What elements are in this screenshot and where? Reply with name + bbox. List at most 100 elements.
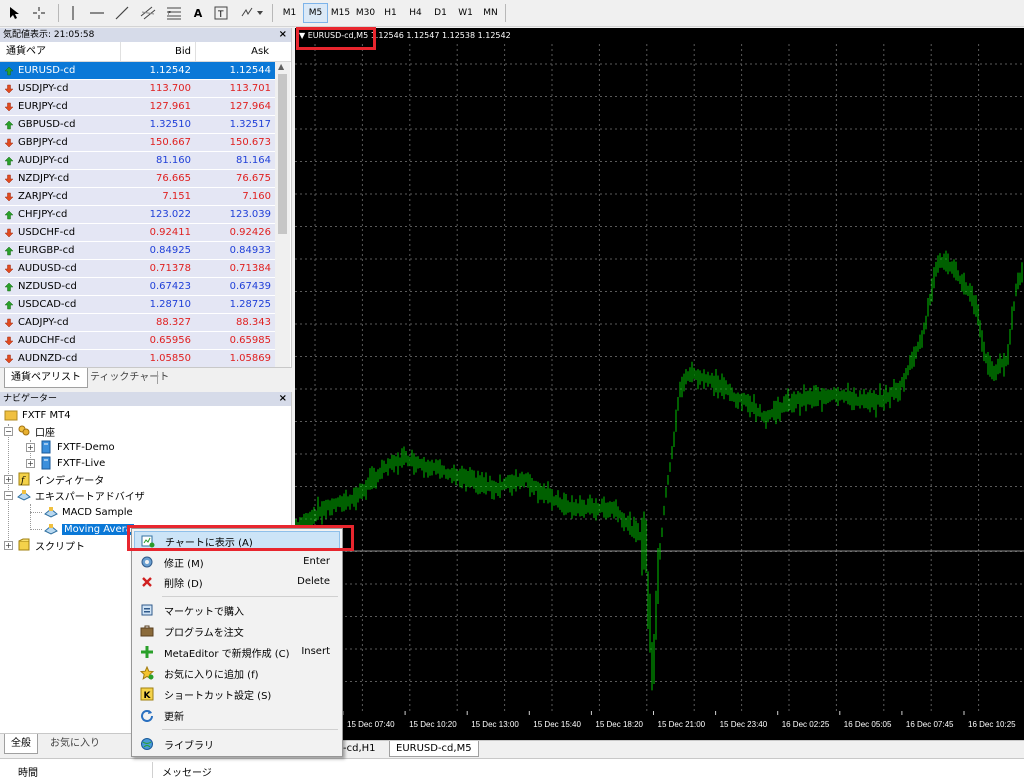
menu-item-hotkey[interactable]: K ショートカット設定 (S) bbox=[134, 684, 340, 704]
menu-item-market-buy[interactable]: マーケットで購入 bbox=[134, 600, 340, 620]
symbol-name: CHFJPY-cd bbox=[18, 208, 68, 220]
symbol-name: NZDJPY-cd bbox=[18, 172, 70, 184]
collapse-icon[interactable]: − bbox=[4, 426, 13, 436]
tree-account-live[interactable]: + FXTF-Live bbox=[26, 455, 105, 471]
collapse-icon[interactable]: − bbox=[4, 490, 13, 500]
market-watch-row[interactable]: USDCAD-cd 1.28710 1.28725 bbox=[0, 296, 275, 314]
column-header-message[interactable]: メッセージ bbox=[162, 764, 212, 779]
tree-account-demo[interactable]: + FXTF-Demo bbox=[26, 439, 115, 455]
bid-cell: 1.12542 bbox=[149, 65, 191, 76]
market-watch-row[interactable]: GBPUSD-cd 1.32510 1.32517 bbox=[0, 116, 275, 134]
timeframe-m30[interactable]: M30 bbox=[353, 3, 378, 23]
timeframe-d1[interactable]: D1 bbox=[428, 3, 453, 23]
menu-item-add-favorites[interactable]: お気に入りに追加 (f) bbox=[134, 663, 340, 683]
equidistant-channel-icon[interactable] bbox=[138, 3, 158, 23]
column-header-ask[interactable]: Ask bbox=[195, 42, 275, 61]
tree-scripts[interactable]: + スクリプト bbox=[4, 537, 85, 553]
close-icon[interactable]: × bbox=[279, 392, 287, 406]
menu-item-metaeditor-new[interactable]: MetaEditor で新規作成 (C) Insert bbox=[134, 642, 340, 662]
text-label-icon[interactable]: T bbox=[212, 3, 230, 23]
crosshair-icon[interactable] bbox=[30, 3, 48, 23]
timeframe-mn[interactable]: MN bbox=[478, 3, 503, 23]
tree-experts[interactable]: − エキスパートアドバイザ bbox=[4, 487, 145, 503]
scroll-up-icon[interactable]: ▲ bbox=[278, 62, 284, 71]
menu-item-label: ライブラリ bbox=[164, 740, 214, 752]
price-chart[interactable]: 15 Dec 07:40 15 Dec 10:20 15 Dec 13:00 15 D… bbox=[295, 28, 1024, 741]
market-watch-row[interactable]: EURUSD-cd 1.12542 1.12544 bbox=[0, 62, 275, 80]
tab-common[interactable]: 全般 bbox=[4, 734, 38, 754]
menu-item-library[interactable]: ライブラリ bbox=[134, 734, 340, 754]
market-watch-row[interactable]: NZDUSD-cd 0.67423 0.67439 bbox=[0, 278, 275, 296]
text-icon[interactable]: A bbox=[190, 3, 206, 23]
vertical-line-icon[interactable] bbox=[66, 3, 80, 23]
symbol-name: USDJPY-cd bbox=[18, 82, 69, 94]
horizontal-line-icon[interactable] bbox=[88, 3, 106, 23]
expand-icon[interactable]: + bbox=[4, 474, 13, 484]
tree-root-label: FXTF MT4 bbox=[22, 409, 71, 421]
timeframe-m15[interactable]: M15 bbox=[328, 3, 353, 23]
menu-item-modify[interactable]: 修正 (M) Enter bbox=[134, 552, 340, 572]
price-up-arrow-icon bbox=[4, 156, 14, 165]
column-header-symbol[interactable]: 通貨ペア bbox=[0, 42, 120, 61]
ask-cell: 150.673 bbox=[229, 137, 271, 148]
menu-item-order-program[interactable]: プログラムを注文 bbox=[134, 621, 340, 641]
hotkey-icon: K bbox=[140, 687, 154, 701]
cursor-icon[interactable] bbox=[6, 3, 22, 23]
scrollbar-thumb[interactable] bbox=[278, 74, 287, 234]
market-watch-row[interactable]: AUDNZD-cd 1.05850 1.05869 bbox=[0, 350, 275, 368]
expand-icon[interactable]: + bbox=[26, 458, 35, 468]
toolbar-separator bbox=[58, 4, 59, 22]
fibonacci-icon[interactable]: F bbox=[165, 3, 183, 23]
indicator-icon: f bbox=[18, 472, 30, 486]
market-watch-row[interactable]: EURJPY-cd 127.961 127.964 bbox=[0, 98, 275, 116]
market-watch-row[interactable]: AUDUSD-cd 0.71378 0.71384 bbox=[0, 260, 275, 278]
ask-cell: 123.039 bbox=[229, 209, 271, 220]
tree-indicators[interactable]: + f インディケータ bbox=[4, 471, 104, 487]
timeframe-m1[interactable]: M1 bbox=[277, 3, 302, 23]
market-watch-row[interactable]: AUDJPY-cd 81.160 81.164 bbox=[0, 152, 275, 170]
timeframe-h4[interactable]: H4 bbox=[403, 3, 428, 23]
market-watch-row[interactable]: ZARJPY-cd 7.151 7.160 bbox=[0, 188, 275, 206]
market-watch-row[interactable]: GBPJPY-cd 150.667 150.673 bbox=[0, 134, 275, 152]
market-watch-row[interactable]: CADJPY-cd 88.327 88.343 bbox=[0, 314, 275, 332]
bid-cell: 123.022 bbox=[149, 209, 191, 220]
tree-expert-macd[interactable]: MACD Sample bbox=[44, 504, 133, 520]
tab-chart-h1[interactable]: -cd,H1 bbox=[337, 741, 382, 757]
arrows-icon[interactable] bbox=[238, 3, 266, 23]
chart-canvas[interactable]: 15 Dec 07:40 15 Dec 10:20 15 Dec 13:00 15 D… bbox=[295, 28, 1024, 741]
symbol-cell: AUDJPY-cd bbox=[0, 152, 118, 169]
ask-cell: 1.05869 bbox=[229, 353, 271, 364]
tree-root[interactable]: FXTF MT4 bbox=[4, 407, 71, 423]
tab-tick-chart[interactable]: ティックチャート bbox=[84, 368, 175, 388]
market-watch-row[interactable]: CHFJPY-cd 123.022 123.039 bbox=[0, 206, 275, 224]
tab-favorites[interactable]: お気に入り bbox=[44, 734, 106, 754]
menu-item-refresh[interactable]: 更新 bbox=[134, 705, 340, 725]
timeframe-w1[interactable]: W1 bbox=[453, 3, 478, 23]
market-watch-scrollbar[interactable]: ▲ ▼ bbox=[275, 62, 290, 388]
column-header-time[interactable]: 時間 bbox=[18, 764, 38, 779]
menu-item-delete[interactable]: 削除 (D) Delete bbox=[134, 572, 340, 592]
expand-icon[interactable]: + bbox=[4, 540, 13, 550]
expert-advisor-icon bbox=[44, 524, 58, 535]
market-watch-row[interactable]: USDJPY-cd 113.700 113.701 bbox=[0, 80, 275, 98]
script-icon bbox=[18, 538, 30, 551]
market-watch-row[interactable]: AUDCHF-cd 0.65956 0.65985 bbox=[0, 332, 275, 350]
tree-expert-moving-average[interactable]: Moving Avera bbox=[44, 521, 134, 537]
expand-icon[interactable]: + bbox=[26, 442, 35, 452]
market-watch-row[interactable]: USDCHF-cd 0.92411 0.92426 bbox=[0, 224, 275, 242]
price-up-arrow-icon bbox=[4, 246, 14, 255]
ask-cell: 127.964 bbox=[229, 101, 271, 112]
market-watch-row[interactable]: EURGBP-cd 0.84925 0.84933 bbox=[0, 242, 275, 260]
close-icon[interactable]: × bbox=[279, 28, 287, 42]
trendline-icon[interactable] bbox=[113, 3, 131, 23]
market-watch-row[interactable]: NZDJPY-cd 76.665 76.675 bbox=[0, 170, 275, 188]
tree-accounts[interactable]: − 口座 bbox=[4, 423, 55, 439]
column-header-bid[interactable]: Bid bbox=[120, 42, 195, 61]
tab-chart-m5[interactable]: EURUSD-cd,M5 bbox=[389, 741, 479, 757]
timeframe-h1[interactable]: H1 bbox=[378, 3, 403, 23]
timeframe-m5[interactable]: M5 bbox=[303, 3, 328, 23]
ask-cell: 1.12544 bbox=[229, 65, 271, 76]
market-watch-rows: EURUSD-cd 1.12542 1.12544 USDJPY-cd 113.700 1… bbox=[0, 62, 275, 368]
menu-separator bbox=[162, 596, 338, 597]
tab-symbols[interactable]: 通貨ペアリスト bbox=[4, 368, 88, 388]
